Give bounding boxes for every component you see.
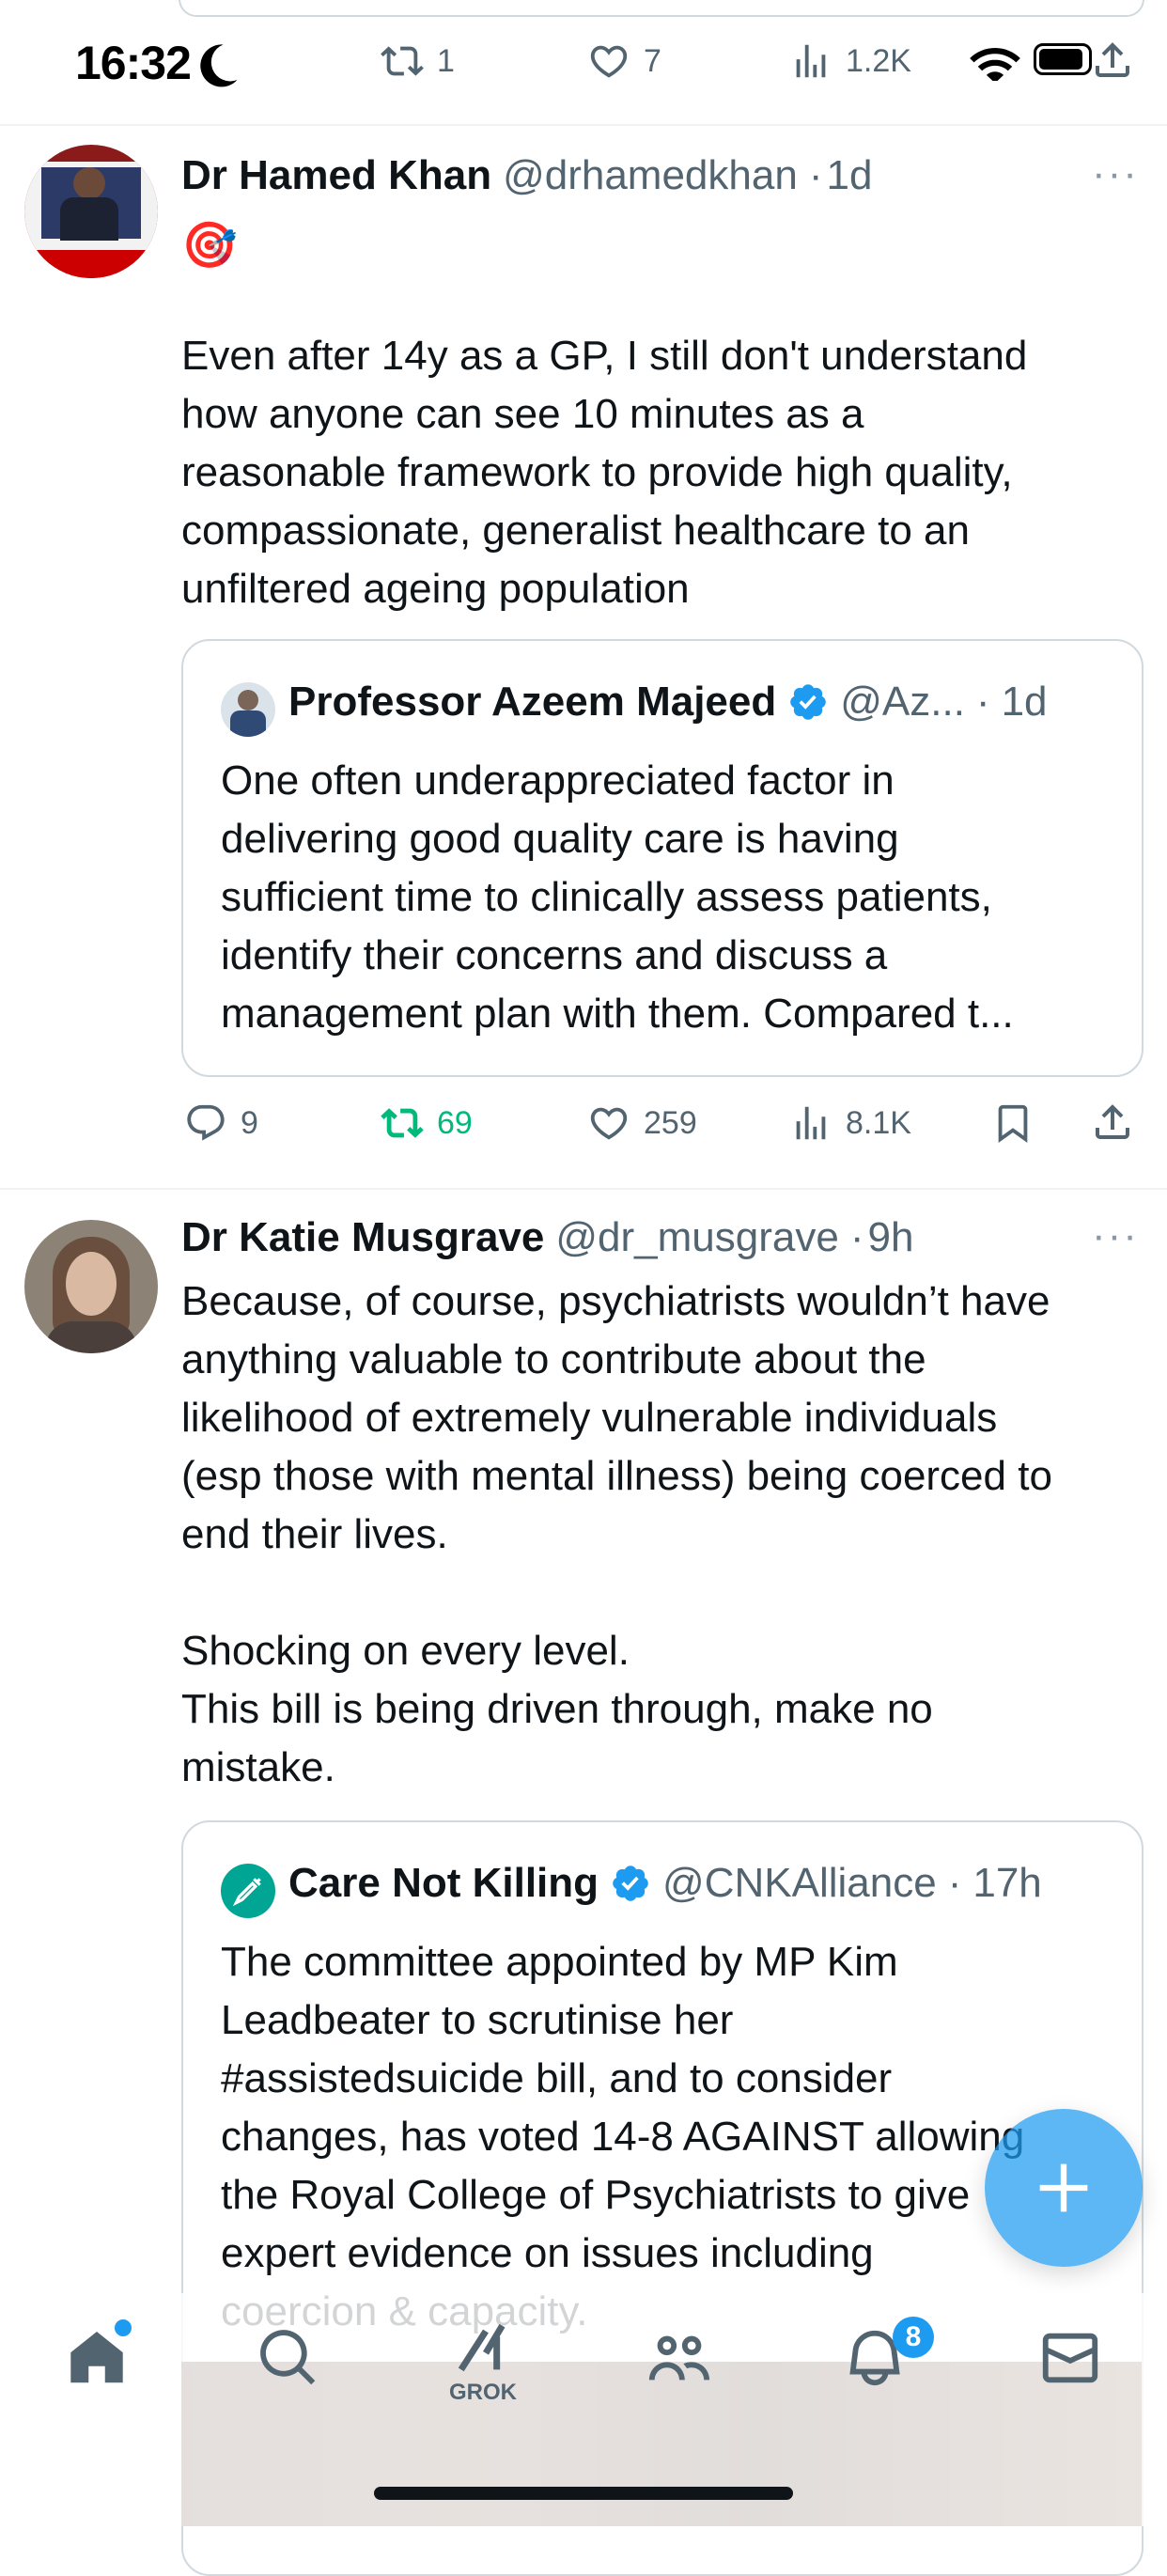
retweet-icon: [381, 1108, 424, 1138]
grok-label: GROK: [449, 2380, 517, 2405]
bookmark-icon[interactable]: [991, 1101, 1035, 1145]
separator-dot: ·: [975, 679, 990, 725]
retweet-count: 69: [437, 1104, 473, 1141]
grok-icon: [458, 2323, 506, 2372]
avatar[interactable]: [24, 145, 158, 278]
quote-avatar: [221, 1864, 275, 1918]
compose-button[interactable]: [985, 2109, 1143, 2267]
prev-view-count: 1.2K: [846, 42, 911, 79]
moon-icon: [200, 44, 238, 87]
author-handle[interactable]: @drhamedkhan: [503, 152, 798, 199]
syringe-logo-icon: [232, 1878, 261, 1907]
views-icon: [796, 44, 826, 78]
quote-time: 1d: [1001, 679, 1048, 725]
reply-icon: [187, 1104, 225, 1141]
share-icon[interactable]: [1090, 1100, 1135, 1145]
prev-views-button[interactable]: 1.2K: [789, 39, 911, 83]
quote-author-handle: @Az...: [840, 679, 965, 725]
tweet-time[interactable]: 9h: [867, 1214, 913, 1261]
author-handle[interactable]: @dr_musgrave: [555, 1214, 838, 1261]
share-icon[interactable]: [1090, 38, 1135, 83]
plus-icon: [1039, 2163, 1088, 2212]
status-time: 16:32: [75, 37, 192, 89]
heart-icon: [590, 45, 628, 78]
author-name[interactable]: Dr Katie Musgrave: [181, 1214, 544, 1261]
retweet-icon: [381, 46, 424, 76]
home-unread-dot: [115, 2319, 132, 2336]
avatar[interactable]: [24, 1220, 158, 1353]
views-button[interactable]: 8.1K: [789, 1101, 911, 1145]
home-indicator: [374, 2487, 793, 2500]
separator-dot: ·: [947, 1860, 962, 1906]
prev-retweet-count: 1: [437, 42, 455, 79]
tweet-text: Even after 14y as a GP, I still don't un…: [181, 333, 1028, 612]
views-icon: [796, 1106, 826, 1140]
reply-button[interactable]: 9: [184, 1101, 258, 1145]
search-icon[interactable]: [256, 2325, 321, 2391]
verified-badge-icon: [613, 1866, 648, 1901]
quote-author-handle: @CNKAlliance: [662, 1860, 937, 1906]
quote-avatar: [221, 682, 275, 737]
more-options-icon[interactable]: ···: [1092, 150, 1139, 197]
quote-author-name: Professor Azeem Majeed: [288, 679, 777, 725]
notifications-badge: 8: [893, 2317, 934, 2358]
grok-tab[interactable]: GROK: [445, 2319, 526, 2405]
retweet-button[interactable]: 69: [381, 1101, 473, 1145]
quote-header: Professor Azeem Majeed @Az... · 1d: [288, 679, 1048, 726]
quote-time: 17h: [972, 1860, 1042, 1906]
prev-like-count: 7: [644, 42, 661, 79]
separator-dot: ·: [849, 1214, 864, 1260]
tweet-emoji: 🎯: [181, 221, 238, 271]
view-count: 8.1K: [846, 1104, 911, 1141]
quote-author-name: Care Not Killing: [288, 1860, 599, 1906]
more-options-icon[interactable]: ···: [1092, 1212, 1139, 1259]
messages-mail-icon[interactable]: [1037, 2325, 1103, 2391]
prev-like-button[interactable]: 7: [587, 39, 661, 83]
tweet-header: Dr Katie Musgrave @dr_musgrave · 9h: [181, 1214, 913, 1261]
previous-quote-card-edge: [179, 0, 1144, 17]
quote-text: The committee appointed by MP Kim Leadbe…: [221, 1939, 1025, 2334]
divider: [0, 1188, 1167, 1190]
quote-text: One often underappreciated factor in del…: [221, 757, 1014, 1037]
reply-count: 9: [241, 1104, 258, 1141]
author-name[interactable]: Dr Hamed Khan: [181, 152, 491, 199]
quote-header: Care Not Killing @CNKAlliance · 17h: [288, 1860, 1042, 1907]
divider: [0, 124, 1167, 126]
tweet-header: Dr Hamed Khan @drhamedkhan · 1d: [181, 152, 872, 199]
wifi-icon: [970, 48, 1020, 81]
status-bar: 16:32 1 7 1.2K: [0, 0, 1167, 124]
battery-icon: [1034, 43, 1092, 75]
tweet-time[interactable]: 1d: [826, 152, 872, 199]
separator-dot: ·: [808, 152, 823, 198]
like-button[interactable]: 259: [587, 1101, 697, 1145]
heart-icon: [590, 1107, 628, 1140]
like-count: 259: [644, 1104, 697, 1141]
prev-retweet-button[interactable]: 1: [381, 39, 455, 83]
communities-icon[interactable]: [646, 2325, 712, 2391]
verified-badge-icon: [790, 684, 827, 720]
quote-tweet-card[interactable]: Professor Azeem Majeed @Az... · 1d One o…: [181, 639, 1144, 1077]
tweet-text: Because, of course, psychiatrists wouldn…: [181, 1278, 1052, 1790]
